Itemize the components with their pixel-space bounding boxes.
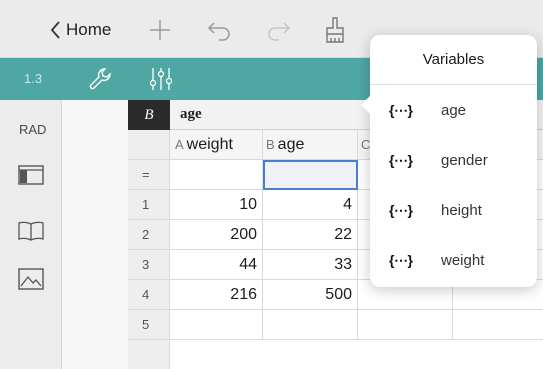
home-back-button[interactable]: Home bbox=[50, 18, 111, 42]
book-icon[interactable] bbox=[16, 218, 46, 244]
plus-icon[interactable] bbox=[145, 15, 175, 45]
page-number[interactable]: 1.3 bbox=[24, 71, 42, 86]
table-cell[interactable] bbox=[453, 310, 543, 340]
variable-label: height bbox=[441, 201, 482, 219]
variables-popover: Variables {⋯} age {⋯} gender {⋯} height … bbox=[361, 35, 537, 287]
popover-title: Variables bbox=[370, 35, 537, 85]
variable-item-height[interactable]: {⋯} height bbox=[370, 185, 537, 235]
variable-label: weight bbox=[441, 251, 485, 269]
clear-brush-icon[interactable] bbox=[320, 15, 350, 45]
sliders-icon[interactable] bbox=[148, 67, 174, 96]
column-letter: B bbox=[266, 137, 275, 152]
variable-braces-icon: {⋯} bbox=[389, 251, 413, 268]
column-name: age bbox=[277, 135, 305, 153]
column-name: weight bbox=[186, 135, 233, 153]
corner-cell bbox=[128, 130, 170, 160]
image-icon[interactable] bbox=[16, 266, 46, 292]
page-layout-icon[interactable] bbox=[16, 162, 46, 188]
page-margin bbox=[62, 100, 128, 369]
row-header[interactable]: 4 bbox=[128, 280, 170, 310]
column-header-b[interactable]: B age bbox=[263, 130, 358, 160]
variable-item-age[interactable]: {⋯} age bbox=[370, 85, 537, 135]
column-header-a[interactable]: A weight bbox=[170, 130, 263, 160]
age-cell[interactable] bbox=[263, 310, 358, 340]
variable-item-weight[interactable]: {⋯} weight bbox=[370, 235, 537, 285]
formula-cell-b-selected[interactable] bbox=[263, 160, 358, 190]
back-label: Home bbox=[66, 20, 112, 39]
wrench-icon[interactable] bbox=[88, 66, 114, 97]
weight-cell[interactable]: 10 bbox=[170, 190, 263, 220]
variable-label: age bbox=[441, 101, 467, 119]
formula-row-header: = bbox=[128, 160, 170, 190]
formula-cell-a[interactable] bbox=[170, 160, 263, 190]
row-header[interactable]: 3 bbox=[128, 250, 170, 280]
chevron-left-icon bbox=[50, 21, 60, 39]
row-header[interactable]: 1 bbox=[128, 190, 170, 220]
undo-icon[interactable] bbox=[204, 15, 234, 45]
age-cell[interactable]: 4 bbox=[263, 190, 358, 220]
cell-name-indicator: B bbox=[128, 100, 170, 130]
angle-mode-label[interactable]: RAD bbox=[19, 122, 46, 137]
weight-cell[interactable]: 200 bbox=[170, 220, 263, 250]
weight-cell[interactable]: 44 bbox=[170, 250, 263, 280]
weight-cell[interactable]: 216 bbox=[170, 280, 263, 310]
variable-braces-icon: {⋯} bbox=[389, 151, 413, 168]
variable-braces-icon: {⋯} bbox=[389, 201, 413, 218]
table-cell[interactable] bbox=[358, 310, 453, 340]
age-cell[interactable]: 22 bbox=[263, 220, 358, 250]
left-sidebar: RAD bbox=[0, 100, 62, 369]
variable-item-gender[interactable]: {⋯} gender bbox=[370, 135, 537, 185]
row-header[interactable]: 5 bbox=[128, 310, 170, 340]
row-header[interactable]: 2 bbox=[128, 220, 170, 250]
column-letter: C bbox=[361, 137, 371, 152]
column-letter: A bbox=[175, 137, 184, 152]
variable-braces-icon: {⋯} bbox=[389, 101, 413, 118]
redo-icon[interactable] bbox=[264, 15, 294, 45]
age-cell[interactable]: 500 bbox=[263, 280, 358, 310]
age-cell[interactable]: 33 bbox=[263, 250, 358, 280]
variable-label: gender bbox=[441, 151, 488, 169]
row-header[interactable] bbox=[128, 340, 170, 369]
weight-cell[interactable] bbox=[170, 310, 263, 340]
